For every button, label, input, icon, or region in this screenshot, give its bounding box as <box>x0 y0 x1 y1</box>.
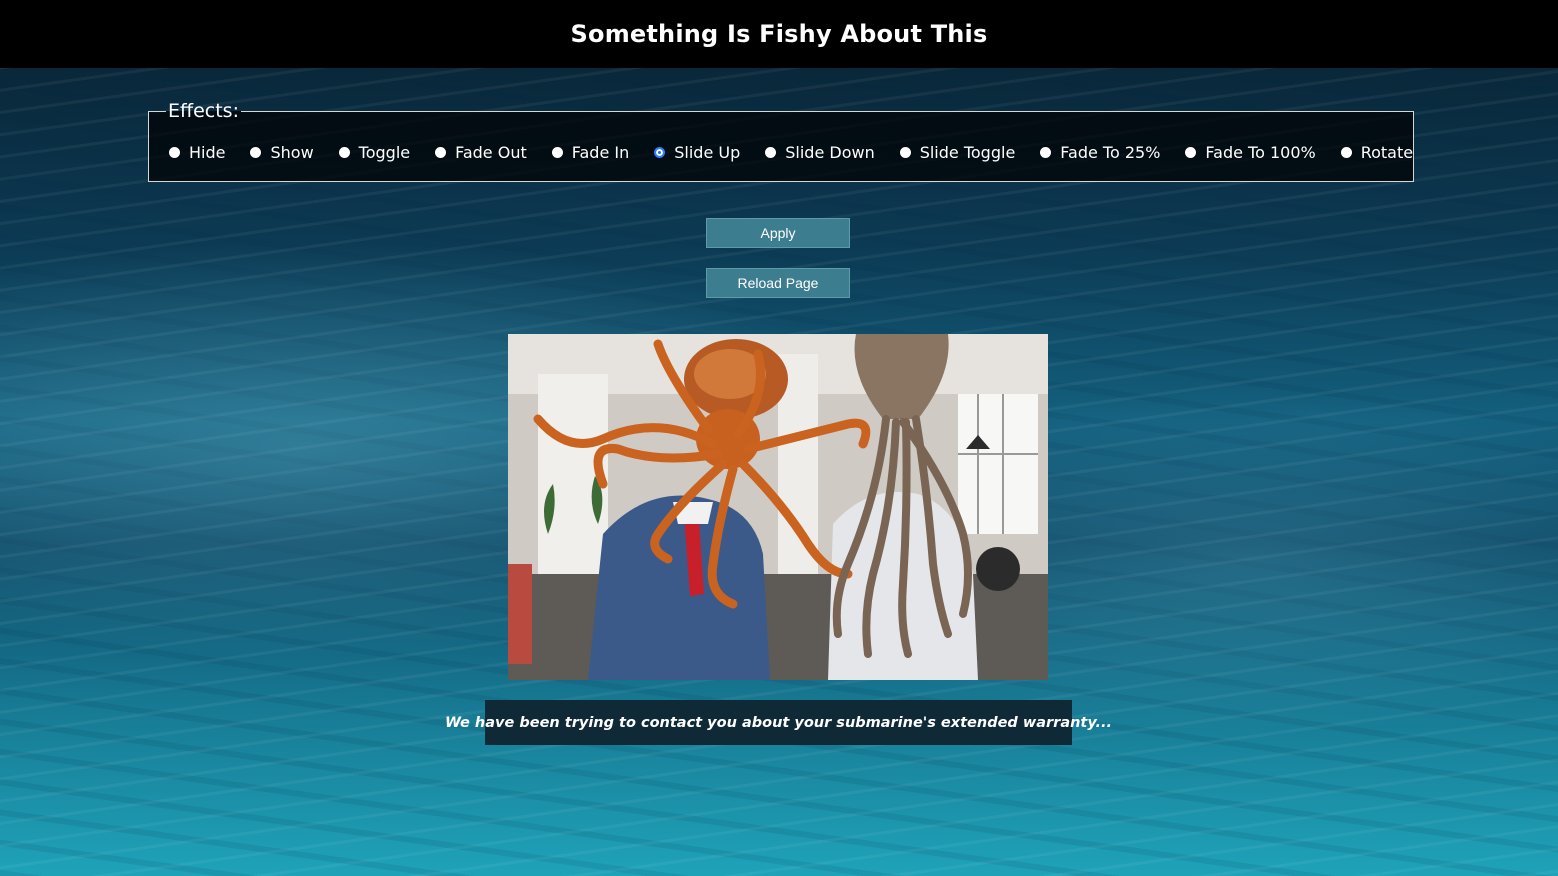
radio-fade-in[interactable] <box>551 146 563 158</box>
effect-label-rotate: Rotate <box>1360 142 1414 162</box>
effects-radio-group: Hide Show Toggle Fade Out Fade In Slide … <box>169 130 1413 174</box>
effect-option-fade-to-25[interactable]: Fade To 25% <box>1040 143 1160 162</box>
effect-option-slide-down[interactable]: Slide Down <box>765 142 875 162</box>
page-title: Something Is Fishy About This <box>570 20 988 48</box>
radio-fade-to-100[interactable] <box>1185 146 1197 158</box>
effect-option-show[interactable]: Show <box>250 142 314 162</box>
page-header: Something Is Fishy About This <box>0 0 1558 68</box>
apply-button[interactable]: Apply <box>706 218 850 248</box>
radio-fade-to-25[interactable] <box>1040 146 1052 158</box>
effect-option-slide-toggle[interactable]: Slide Toggle <box>899 142 1016 162</box>
effect-option-fade-to-100[interactable]: Fade To 100% <box>1185 142 1316 162</box>
effect-label-fade-out: Fade Out <box>455 142 527 162</box>
effect-option-toggle[interactable]: Toggle <box>338 142 411 162</box>
reload-page-button[interactable]: Reload Page <box>706 268 850 298</box>
effect-label-show: Show <box>270 142 314 162</box>
effect-label-toggle: Toggle <box>358 142 411 162</box>
effect-option-slide-up[interactable]: Slide Up <box>654 143 740 162</box>
effect-label-fade-in: Fade In <box>571 142 630 162</box>
effect-option-hide[interactable]: Hide <box>169 143 225 162</box>
effects-fieldset: Effects: Hide Show Toggle Fade Out Fade … <box>148 100 1415 182</box>
effect-label-slide-down: Slide Down <box>785 142 875 162</box>
effects-legend: Effects: <box>168 100 239 122</box>
radio-hide[interactable] <box>169 146 180 158</box>
radio-slide-toggle[interactable] <box>899 146 911 158</box>
radio-slide-up[interactable] <box>654 146 666 158</box>
radio-show[interactable] <box>250 146 262 158</box>
effect-option-fade-in[interactable]: Fade In <box>551 142 630 162</box>
effect-label-slide-toggle: Slide Toggle <box>919 142 1016 162</box>
radio-toggle[interactable] <box>338 146 350 158</box>
effect-label-fade-to-100: Fade To 100% <box>1205 142 1316 162</box>
effect-label-fade-to-25: Fade To 25% <box>1060 142 1161 162</box>
caption-banner: We have been trying to contact you about… <box>445 700 1112 745</box>
radio-slide-down[interactable] <box>765 146 777 158</box>
effect-option-rotate[interactable]: Rotate <box>1340 142 1414 162</box>
radio-fade-out[interactable] <box>435 146 447 158</box>
effect-option-fade-out[interactable]: Fade Out <box>435 143 527 162</box>
radio-rotate[interactable] <box>1340 146 1352 158</box>
caption-text: We have been trying to contact you about… <box>444 714 1113 731</box>
effect-label-slide-up: Slide Up <box>674 142 741 162</box>
octopus-office-image <box>508 334 1048 680</box>
effect-label-hide: Hide <box>189 142 226 162</box>
